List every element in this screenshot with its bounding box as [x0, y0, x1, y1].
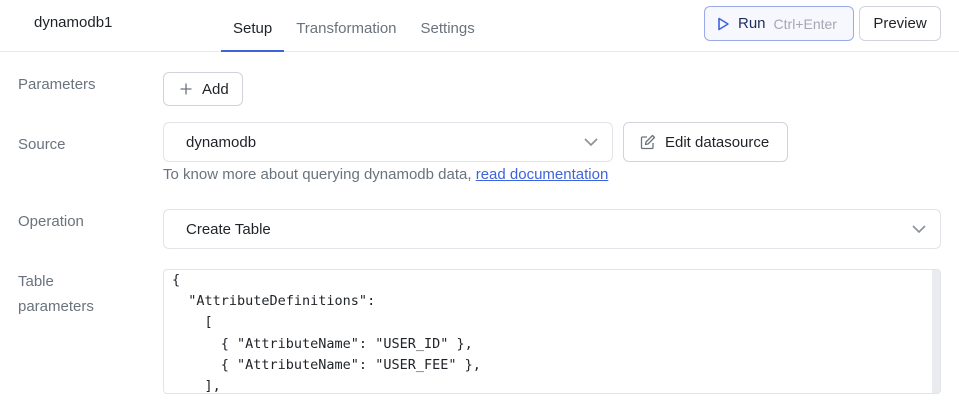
- run-shortcut: Ctrl+Enter: [773, 15, 837, 32]
- tab-setup[interactable]: Setup: [221, 0, 285, 52]
- code-line: [: [172, 314, 213, 331]
- edit-datasource-button[interactable]: Edit datasource: [623, 122, 788, 162]
- table-parameters-editor[interactable]: { "AttributeDefinitions": [ { "Attribute…: [163, 269, 941, 394]
- source-value: dynamodb: [186, 133, 257, 151]
- operation-select[interactable]: Create Table: [163, 209, 941, 249]
- code-line: { "AttributeName": "USER_FEE" },: [172, 356, 481, 373]
- source-label: Source: [18, 136, 66, 153]
- tab-transformation[interactable]: Transformation: [284, 0, 408, 52]
- query-name[interactable]: dynamodb1: [34, 14, 112, 31]
- documentation-help: To know more about querying dynamodb dat…: [163, 166, 608, 183]
- edit-datasource-label: Edit datasource: [665, 133, 770, 151]
- add-parameter-button[interactable]: Add: [163, 72, 243, 106]
- query-tabs: Setup Transformation Settings: [221, 0, 487, 52]
- source-select[interactable]: dynamodb: [163, 122, 613, 162]
- code-content[interactable]: { "AttributeDefinitions": [ { "Attribute…: [164, 270, 940, 394]
- table-parameters-label-line1: Table: [18, 273, 54, 290]
- table-parameters-label: Table parameters: [18, 269, 94, 319]
- code-line: "AttributeDefinitions":: [172, 293, 376, 310]
- add-label: Add: [202, 80, 229, 98]
- read-documentation-link[interactable]: read documentation: [476, 166, 609, 183]
- edit-icon: [640, 134, 656, 150]
- code-line: {: [172, 272, 181, 288]
- editor-scrollbar[interactable]: [932, 270, 940, 393]
- preview-button[interactable]: Preview: [859, 6, 941, 41]
- chevron-down-icon: [912, 225, 926, 234]
- play-icon: [718, 17, 729, 30]
- plus-icon: [180, 83, 192, 95]
- query-header: dynamodb1 Setup Transformation Settings …: [0, 0, 959, 52]
- table-parameters-label-line2: parameters: [18, 298, 94, 315]
- code-line: { "AttributeName": "USER_ID" },: [172, 335, 473, 352]
- parameters-label: Parameters: [18, 76, 96, 93]
- help-text: To know more about querying dynamodb dat…: [163, 166, 476, 183]
- run-label: Run: [738, 15, 766, 32]
- code-line: ],: [172, 378, 221, 394]
- chevron-down-icon: [584, 138, 598, 147]
- run-button[interactable]: Run Ctrl+Enter: [704, 6, 854, 41]
- tab-settings[interactable]: Settings: [409, 0, 487, 52]
- operation-value: Create Table: [186, 220, 271, 238]
- operation-label: Operation: [18, 213, 84, 230]
